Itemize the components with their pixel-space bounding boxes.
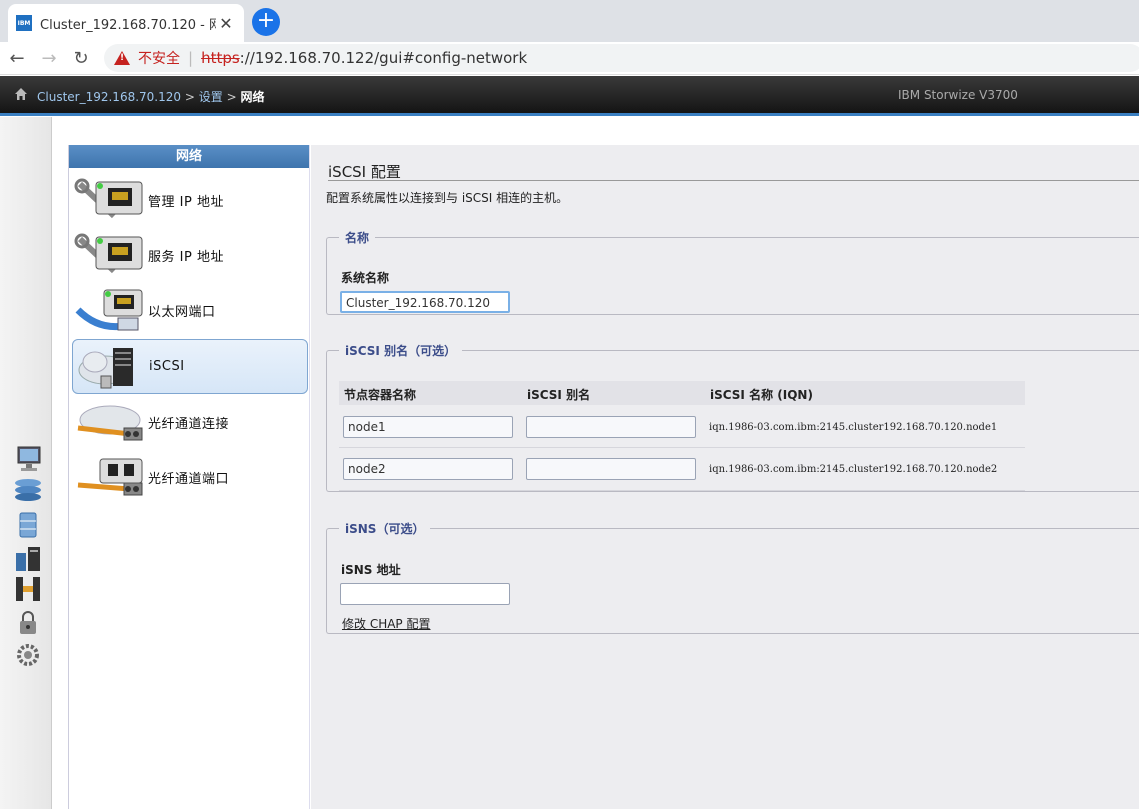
breadcrumb-network: 网络 (240, 90, 265, 104)
iscsi-icon (78, 347, 133, 388)
volumes-icon[interactable] (12, 511, 44, 539)
settings-icon[interactable] (12, 641, 44, 669)
copy-services-icon[interactable] (12, 575, 44, 603)
function-icon-rail (0, 117, 52, 809)
subnav-item-service-ip[interactable]: 服务 IP 地址 (72, 228, 308, 283)
fc-connectivity-icon (77, 405, 143, 440)
subnav-label: 服务 IP 地址 (148, 250, 224, 265)
access-icon[interactable] (12, 609, 44, 637)
insecure-label[interactable]: 不安全 (138, 48, 180, 68)
subnav-item-management-ip[interactable]: 管理 IP 地址 (72, 173, 308, 228)
alias-table-header: 节点容器名称 iSCSI 别名 iSCSI 名称 (IQN) (339, 381, 1025, 405)
home-icon[interactable] (14, 87, 28, 101)
name-group-legend: 名称 (345, 231, 370, 245)
alias-group-legend: iSCSI 别名（可选） (345, 344, 457, 358)
forward-arrow-icon[interactable]: → (36, 46, 62, 72)
product-name: IBM Storwize V3700 (898, 88, 1018, 102)
page-description: 配置系统属性以连接到与 iSCSI 相连的主机。 (326, 191, 569, 205)
isns-address-label: iSNS 地址 (341, 563, 401, 577)
browser-toolbar: ← → ↻ 不安全 | https ://192.168.70.122/gui#… (0, 42, 1139, 75)
breadcrumb-separator: > (184, 90, 195, 104)
title-divider (328, 180, 1139, 181)
ethernet-port-icon (75, 289, 143, 330)
monitoring-icon[interactable] (12, 445, 44, 473)
network-subnav: 网络 管理 IP 地址 服务 IP 地址 以太网端口 iSCSI 光纤通道连接 … (68, 145, 310, 809)
close-tab-icon[interactable]: ✕ (216, 14, 236, 33)
fc-port-icon (77, 458, 143, 495)
browser-tabstrip: IBM Cluster_192.168.70.120 - 网络 ✕ + (0, 0, 1139, 42)
node1-iqn: iqn.1986-03.com.ibm:2145.cluster192.168.… (709, 422, 998, 433)
back-arrow-icon[interactable]: ← (4, 46, 30, 72)
subnav-label: iSCSI (149, 359, 185, 374)
subnav-label: 光纤通道端口 (148, 472, 230, 487)
isns-group-legend: iSNS（可选） (345, 522, 425, 536)
url-text: ://192.168.70.122/gui#config-network (239, 49, 528, 67)
management-ip-icon (74, 178, 143, 218)
node1-alias-input[interactable] (526, 416, 696, 438)
pools-icon[interactable] (12, 477, 44, 505)
new-tab-button[interactable]: + (252, 8, 280, 36)
breadcrumb-separator: > (226, 90, 237, 104)
modify-chap-link[interactable]: 修改 CHAP 配置 (342, 615, 430, 632)
name-group: 名称 系统名称 Cluster_192.168.70.120 (326, 229, 1139, 315)
subnav-item-ethernet-ports[interactable]: 以太网端口 (72, 283, 308, 338)
breadcrumb-cluster[interactable]: Cluster_192.168.70.120 (37, 90, 181, 104)
ibm-favicon-icon: IBM (16, 15, 32, 31)
iscsi-alias-group: iSCSI 别名（可选） 节点容器名称 iSCSI 别名 iSCSI 名称 (I… (326, 342, 1139, 492)
tab-title: Cluster_192.168.70.120 - 网络 (40, 17, 216, 33)
system-name-input[interactable]: Cluster_192.168.70.120 (340, 291, 510, 313)
url-scheme: https (201, 49, 240, 67)
subnav-item-iscsi[interactable]: iSCSI (72, 339, 308, 394)
subnav-item-fc-connectivity[interactable]: 光纤通道连接 (72, 395, 308, 450)
browser-tab[interactable]: IBM Cluster_192.168.70.120 - 网络 ✕ (8, 4, 244, 42)
col-iscsi-alias: iSCSI 别名 (527, 388, 591, 402)
col-iqn: iSCSI 名称 (IQN) (710, 388, 813, 402)
address-bar[interactable]: 不安全 | https ://192.168.70.122/gui#config… (104, 44, 1139, 72)
isns-group: iSNS（可选） iSNS 地址 修改 CHAP 配置 (326, 520, 1139, 634)
warning-icon (114, 51, 130, 65)
row-divider (339, 447, 1025, 448)
service-ip-icon (74, 233, 143, 273)
node2-name-field[interactable]: node2 (343, 458, 513, 480)
node1-name-field[interactable]: node1 (343, 416, 513, 438)
hosts-icon[interactable] (12, 545, 44, 573)
main-content: iSCSI 配置 配置系统属性以连接到与 iSCSI 相连的主机。 名称 系统名… (311, 145, 1139, 809)
subnav-title: 网络 (69, 145, 309, 168)
system-name-label: 系统名称 (341, 271, 390, 285)
isns-address-input[interactable] (340, 583, 510, 605)
node2-iqn: iqn.1986-03.com.ibm:2145.cluster192.168.… (709, 464, 998, 475)
breadcrumb: Cluster_192.168.70.120 > 设置 > 网络 (37, 88, 265, 105)
col-node-name: 节点容器名称 (344, 388, 417, 402)
node2-alias-input[interactable] (526, 458, 696, 480)
omnibox-divider: | (188, 49, 194, 67)
subnav-item-fc-ports[interactable]: 光纤通道端口 (72, 450, 308, 505)
subnav-label: 管理 IP 地址 (148, 195, 224, 210)
row-divider (339, 490, 1025, 491)
subnav-label: 以太网端口 (148, 305, 216, 320)
header-accent-bar (0, 113, 1139, 116)
page-title: iSCSI 配置 (328, 163, 401, 181)
reload-icon[interactable]: ↻ (68, 46, 94, 72)
subnav-label: 光纤通道连接 (148, 417, 230, 432)
breadcrumb-settings[interactable]: 设置 (199, 90, 223, 104)
